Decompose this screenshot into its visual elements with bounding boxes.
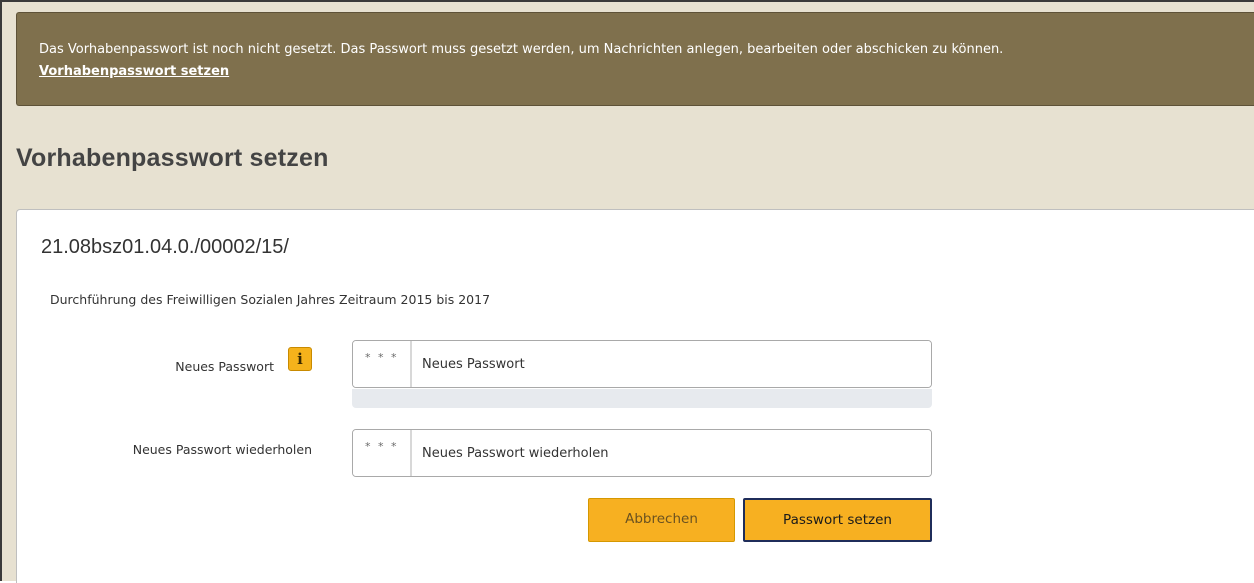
new-password-group: * * * <box>352 340 932 388</box>
new-password-label: Neues Passwort <box>175 359 274 374</box>
new-password-input[interactable] <box>412 341 931 387</box>
set-password-link[interactable]: Vorhabenpasswort setzen <box>39 61 229 83</box>
password-addon: * * * <box>353 430 412 476</box>
password-form-panel: 21.08bsz01.04.0./00002/15/ Durchführung … <box>16 209 1254 583</box>
notice-message: Das Vorhabenpasswort ist noch nicht gese… <box>39 42 1004 57</box>
repeat-password-input[interactable] <box>412 430 931 476</box>
set-password-button[interactable]: Passwort setzen <box>743 498 932 542</box>
cancel-button[interactable]: Abbrechen <box>588 498 735 542</box>
password-notice-banner: Das Vorhabenpasswort ist noch nicht gese… <box>16 12 1254 106</box>
repeat-password-label: Neues Passwort wiederholen <box>132 442 312 457</box>
password-addon: * * * <box>353 341 412 387</box>
password-strength-bar <box>352 389 932 408</box>
app-frame: Das Vorhabenpasswort ist noch nicht gese… <box>0 0 1254 583</box>
repeat-password-group: * * * <box>352 429 932 477</box>
page-title: Vorhabenpasswort setzen <box>16 144 329 172</box>
info-icon[interactable]: i <box>288 347 312 371</box>
project-id: 21.08bsz01.04.0./00002/15/ <box>41 236 289 258</box>
project-description: Durchführung des Freiwilligen Sozialen J… <box>50 292 491 307</box>
